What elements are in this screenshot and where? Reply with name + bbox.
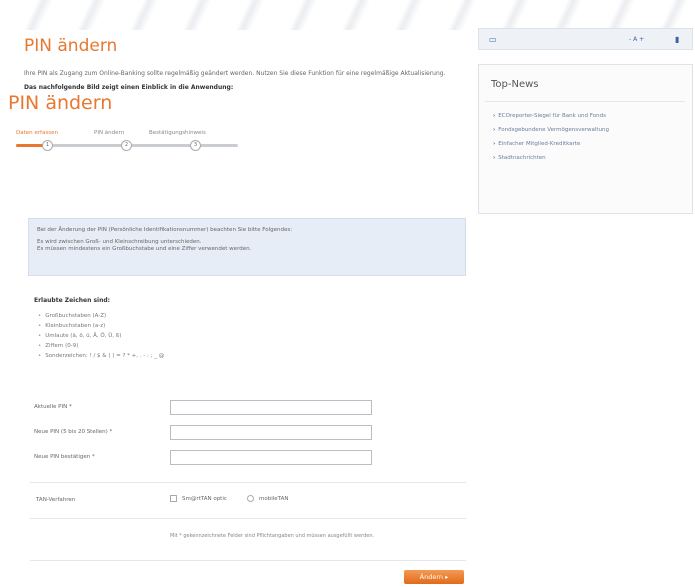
step-2-label: PIN ändern xyxy=(94,130,125,136)
news-link[interactable]: › Stadtnachrichten xyxy=(493,151,609,165)
chevron-right-icon: › xyxy=(493,113,496,119)
new-pin-label: Neue PIN (5 bis 20 Stellen) * xyxy=(34,429,113,435)
tan-option-1-label: Sm@rtTAN optic xyxy=(182,495,227,502)
news-list: › ECOreporter-Siegel für Bank und Fonds ›… xyxy=(493,109,609,165)
news-link-label: Fondsgebundene Vermögensverwaltung xyxy=(498,127,610,133)
footnote: Mit * gekennzeichnete Felder sind Pflich… xyxy=(170,533,375,539)
divider xyxy=(30,482,466,483)
font-size-control[interactable]: - A + xyxy=(629,36,644,43)
step-3-marker: 3 xyxy=(190,140,201,151)
progress-steps: Daten erfassen PIN ändern Bestätigungshi… xyxy=(16,130,256,154)
checkbox-icon[interactable] xyxy=(170,495,177,502)
tan-label: TAN-Verfahren xyxy=(36,497,76,503)
divider xyxy=(485,101,685,102)
step-3-label: Bestätigungshinweis xyxy=(149,130,206,136)
tan-option-mobiletan[interactable]: mobileTAN xyxy=(247,495,288,502)
list-item: Ziffern (0-9) xyxy=(38,341,164,351)
news-link[interactable]: › ECOreporter-Siegel für Bank und Fonds xyxy=(493,109,609,123)
info-line-2: Es wird zwischen Groß- und Kleinschreibu… xyxy=(37,239,202,245)
intro-bold-text: Das nachfolgende Bild zeigt einen Einbli… xyxy=(24,84,234,91)
news-link-label: Einfacher Mitglied-Kreditkarte xyxy=(498,141,581,147)
app-title: PIN ändern xyxy=(8,92,113,114)
confirm-pin-row: Neue PIN bestätigen * xyxy=(34,450,474,466)
tan-option-smarttan[interactable]: Sm@rtTAN optic xyxy=(170,495,227,502)
change-pin-button[interactable]: Ändern ▸ xyxy=(404,570,464,584)
current-pin-input[interactable] xyxy=(170,400,372,415)
page-title: PIN ändern xyxy=(24,36,118,56)
tan-option-2-label: mobileTAN xyxy=(259,495,289,502)
news-link-label: ECOreporter-Siegel für Bank und Fonds xyxy=(498,113,606,119)
divider xyxy=(30,560,466,561)
top-news-box: Top-News › ECOreporter-Siegel für Bank un… xyxy=(478,64,693,214)
current-pin-label: Aktuelle PIN * xyxy=(34,404,72,410)
list-item: Umlaute (ä, ö, ü, Ä, Ö, Ü, ß) xyxy=(38,331,164,341)
intro-text: Ihre PIN als Zugang zum Online-Banking s… xyxy=(24,70,446,77)
chevron-right-icon: › xyxy=(493,155,496,161)
chevron-right-icon: › xyxy=(493,141,496,147)
new-pin-input[interactable] xyxy=(170,425,372,440)
list-item: Kleinbuchstaben (a-z) xyxy=(38,321,164,331)
bookmark-icon[interactable]: ▮ xyxy=(675,35,679,44)
info-line-1: Bei der Änderung der PIN (Persönliche Id… xyxy=(37,227,293,233)
sidebar: ▭ - A + ▮ Top-News › ECOreporter-Siegel f… xyxy=(478,28,693,214)
sidebar-toolbar: ▭ - A + ▮ xyxy=(478,28,693,50)
list-item: Großbuchstaben (A-Z) xyxy=(38,311,164,321)
new-pin-row: Neue PIN (5 bis 20 Stellen) * xyxy=(34,425,474,441)
news-link[interactable]: › Einfacher Mitglied-Kreditkarte xyxy=(493,137,609,151)
step-2-marker: 2 xyxy=(121,140,132,151)
news-link-label: Stadtnachrichten xyxy=(498,155,546,161)
top-news-title: Top-News xyxy=(491,79,539,90)
print-icon[interactable]: ▭ xyxy=(489,35,497,44)
news-link[interactable]: › Fondsgebundene Vermögensverwaltung xyxy=(493,123,609,137)
allowed-heading: Erlaubte Zeichen sind: xyxy=(34,297,111,304)
chevron-right-icon: › xyxy=(493,127,496,133)
confirm-pin-input[interactable] xyxy=(170,450,372,465)
step-1-marker: 1 xyxy=(42,140,53,151)
divider xyxy=(30,518,466,519)
info-line-3: Es müssen mindestens ein Großbuchstabe u… xyxy=(37,246,252,252)
radio-icon[interactable] xyxy=(247,495,254,502)
info-box: Bei der Änderung der PIN (Persönliche Id… xyxy=(28,218,466,276)
current-pin-row: Aktuelle PIN * xyxy=(34,400,474,416)
step-1-label: Daten erfassen xyxy=(16,130,58,136)
confirm-pin-label: Neue PIN bestätigen * xyxy=(34,454,95,460)
main-content: PIN ändern Ihre PIN als Zugang zum Onlin… xyxy=(24,36,464,91)
list-item: Sonderzeichen: ! / $ & ( ) = ? * +, . - … xyxy=(38,351,164,361)
header-decoration xyxy=(0,0,695,30)
allowed-list: Großbuchstaben (A-Z) Kleinbuchstaben (a-… xyxy=(38,311,164,361)
